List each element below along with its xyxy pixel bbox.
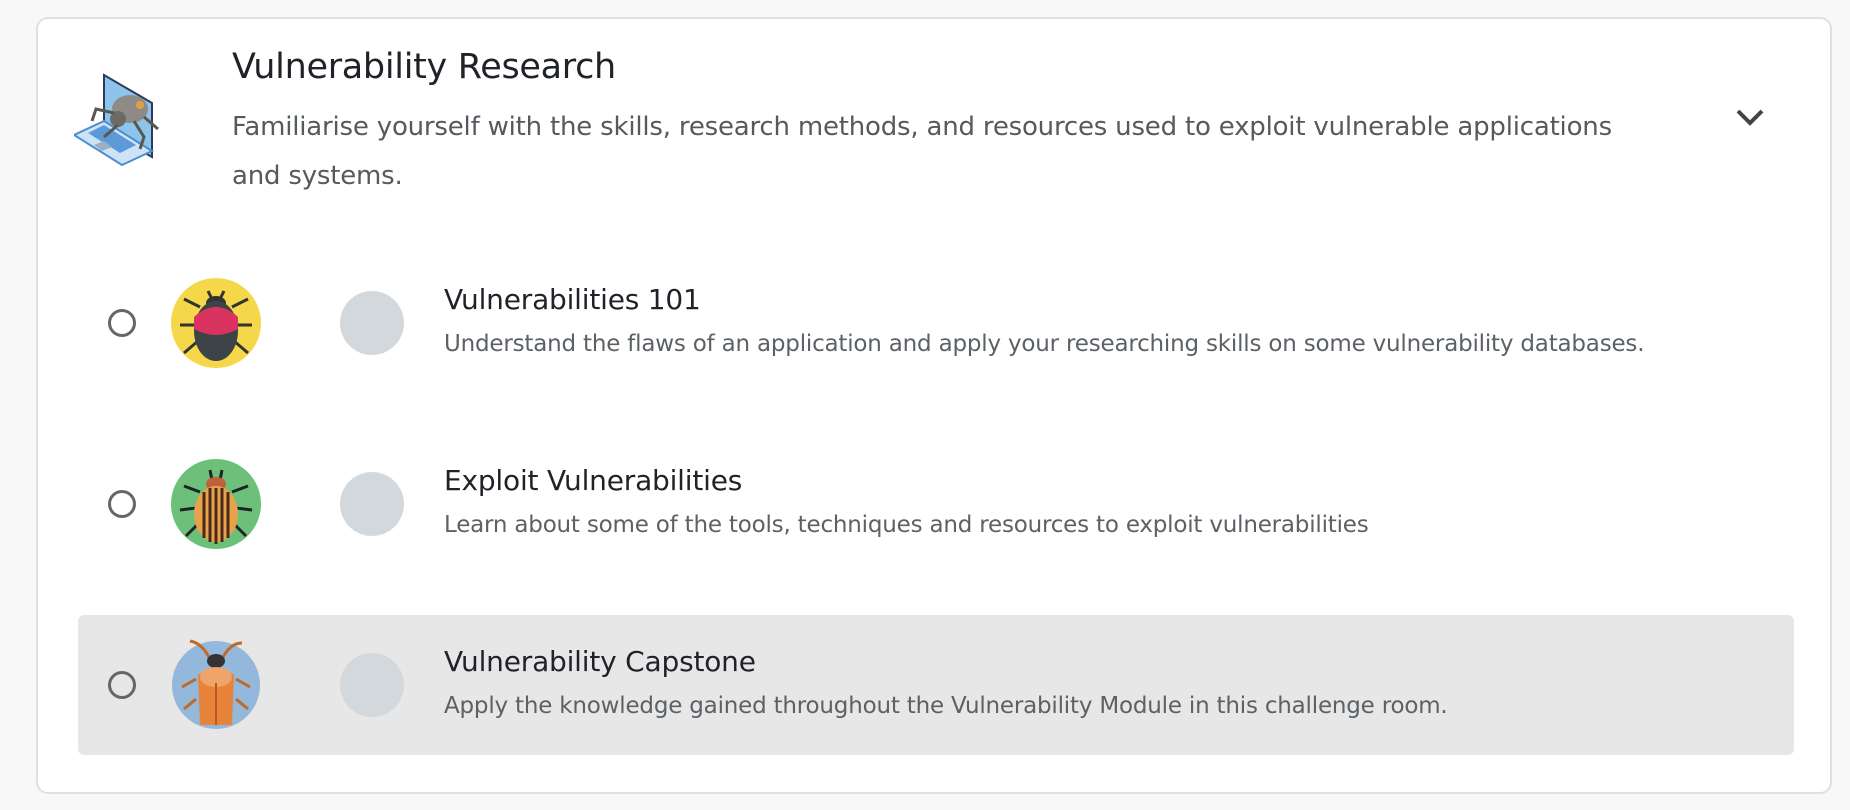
laptop-spider-robot-icon <box>74 73 159 167</box>
completion-status-circle <box>340 291 404 355</box>
room-title[interactable]: Vulnerability Capstone <box>444 645 756 678</box>
room-item-vulnerabilities-101[interactable]: Vulnerabilities 101 Understand the flaws… <box>78 253 1794 393</box>
room-radio[interactable] <box>108 490 136 518</box>
orange-cockroach-blue-circle-icon <box>172 639 260 729</box>
completion-status-circle <box>340 472 404 536</box>
chevron-down-icon[interactable] <box>1730 103 1770 133</box>
completion-status-circle <box>340 653 404 717</box>
module-card: Vulnerability Research Familiarise yours… <box>36 17 1832 794</box>
room-description: Understand the flaws of an application a… <box>444 331 1645 357</box>
room-radio[interactable] <box>108 309 136 337</box>
room-item-exploit-vulnerabilities[interactable]: Exploit Vulnerabilities Learn about some… <box>78 434 1794 574</box>
room-description: Learn about some of the tools, technique… <box>444 512 1369 538</box>
room-title[interactable]: Exploit Vulnerabilities <box>444 464 742 497</box>
module-description: Familiarise yourself with the skills, re… <box>232 112 1612 191</box>
module-title: Vulnerability Research <box>232 47 616 87</box>
red-bug-yellow-circle-icon <box>171 278 261 368</box>
striped-beetle-green-circle-icon <box>171 459 261 549</box>
room-title[interactable]: Vulnerabilities 101 <box>444 283 701 316</box>
room-radio[interactable] <box>108 671 136 699</box>
room-item-vulnerability-capstone[interactable]: Vulnerability Capstone Apply the knowled… <box>78 615 1794 755</box>
room-description: Apply the knowledge gained throughout th… <box>444 693 1448 719</box>
